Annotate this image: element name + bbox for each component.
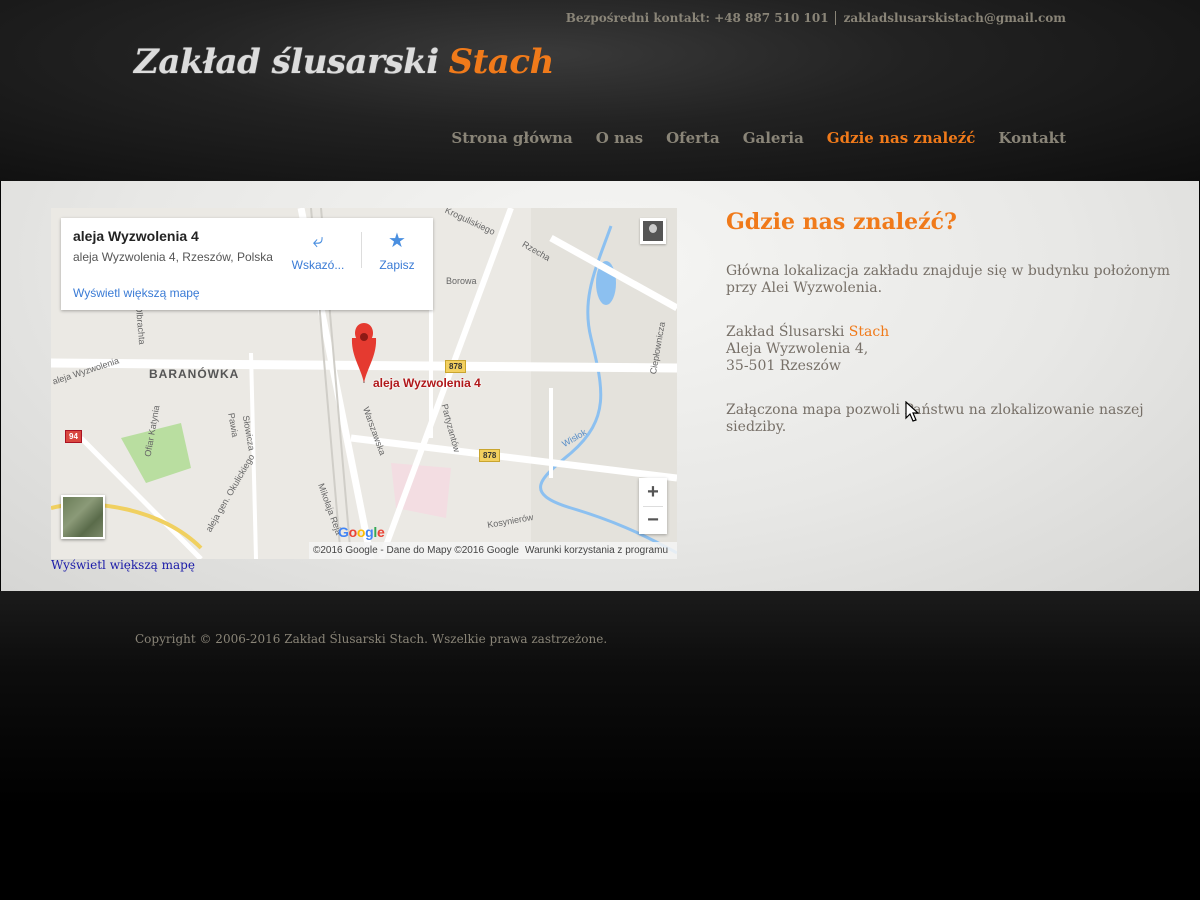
content-panel: BARANÓWKA Borowa Rzecha Kroguliskiego Ol… (1, 181, 1199, 591)
zoom-divider (643, 506, 663, 507)
star-icon: ★ (388, 230, 406, 252)
directions-label: Wskazó... (291, 258, 345, 272)
map-attribution-bar: ©2016 Google - Dane do Mapy ©2016 Google… (309, 542, 677, 559)
directions-button[interactable]: ⤶ Wskazó... (283, 230, 353, 272)
map-info-card: aleja Wyzwolenia 4 aleja Wyzwolenia 4, R… (61, 218, 433, 310)
nav-item-gallery[interactable]: Galeria (743, 129, 804, 147)
save-button[interactable]: ★ Zapisz (362, 230, 432, 272)
company-name-prefix: Zakład Ślusarski (726, 324, 849, 340)
company-name: Zakład Ślusarski Stach (726, 324, 1176, 341)
address-street: Aleja Wyzwolenia 4, (726, 341, 869, 357)
main-nav: Strona główna O nas Oferta Galeria Gdzie… (428, 129, 1066, 147)
map-attribution: ©2016 Google - Dane do Mapy ©2016 Google (313, 545, 519, 556)
mouse-cursor-icon (905, 401, 919, 422)
nav-item-offer[interactable]: Oferta (666, 129, 720, 147)
map-pin-label: aleja Wyzwolenia 4 (373, 376, 481, 390)
map-card-title: aleja Wyzwolenia 4 (73, 228, 199, 244)
company-name-accent: Stach (848, 324, 890, 340)
contact-bar: Bezpośredni kontakt: +48 887 510 101 zak… (566, 11, 1066, 25)
view-larger-map-link[interactable]: Wyświetl większą mapę (51, 558, 195, 572)
nav-item-home[interactable]: Strona główna (451, 129, 572, 147)
contact-phone: Bezpośredni kontakt: +48 887 510 101 (565, 11, 829, 25)
nav-item-about[interactable]: O nas (596, 129, 643, 147)
save-label: Zapisz (379, 258, 415, 272)
copyright-text: Copyright © 2006-2016 Zakład Ślusarski S… (135, 632, 608, 646)
zoom-out-button[interactable]: − (639, 506, 667, 534)
avatar-image (643, 221, 663, 241)
contact-email[interactable]: zakladslusarskistach@gmail.com (844, 11, 1066, 25)
nav-item-location[interactable]: Gdzie nas znaleźć (827, 129, 976, 147)
nav-item-contact[interactable]: Kontakt (998, 129, 1066, 147)
page-title: Gdzie nas znaleźć? (726, 209, 957, 235)
map-route-shield-878-south: 878 (479, 449, 501, 462)
logo-main-text: Zakład ślusarski (134, 42, 439, 82)
map-user-avatar[interactable] (640, 218, 666, 244)
logo-accent-text: Stach (448, 42, 555, 82)
map-route-shield-94: 94 (65, 430, 82, 443)
map-district-label: BARANÓWKA (149, 367, 240, 381)
map-terms-link[interactable]: Warunki korzystania z programu (525, 542, 668, 559)
header-background (0, 0, 1200, 181)
address-city: 35-501 Rzeszów (726, 358, 841, 374)
embedded-map[interactable]: BARANÓWKA Borowa Rzecha Kroguliskiego Ol… (51, 208, 677, 559)
map-note: Załączona mapa pozwoli Państwu na zlokal… (726, 402, 1144, 435)
satellite-toggle[interactable] (61, 495, 105, 539)
contact-divider (834, 11, 836, 25)
map-zoom-control: + − (639, 478, 667, 534)
map-route-shield-878: 878 (445, 360, 467, 373)
map-label-borowa: Borowa (446, 276, 477, 286)
zoom-in-button[interactable]: + (639, 478, 667, 506)
site-logo[interactable]: Zakład ślusarski Stach (134, 42, 554, 86)
map-card-bigger-link[interactable]: Wyświetl większą mapę (73, 286, 200, 300)
map-card-address: aleja Wyzwolenia 4, Rzeszów, Polska (73, 250, 273, 264)
google-logo: Google (338, 524, 385, 540)
directions-icon: ⤶ (312, 230, 324, 252)
company-address: Zakład Ślusarski Stach Aleja Wyzwolenia … (726, 324, 1176, 375)
location-description: Główna lokalizacja zakładu znajduje się … (726, 263, 1171, 296)
